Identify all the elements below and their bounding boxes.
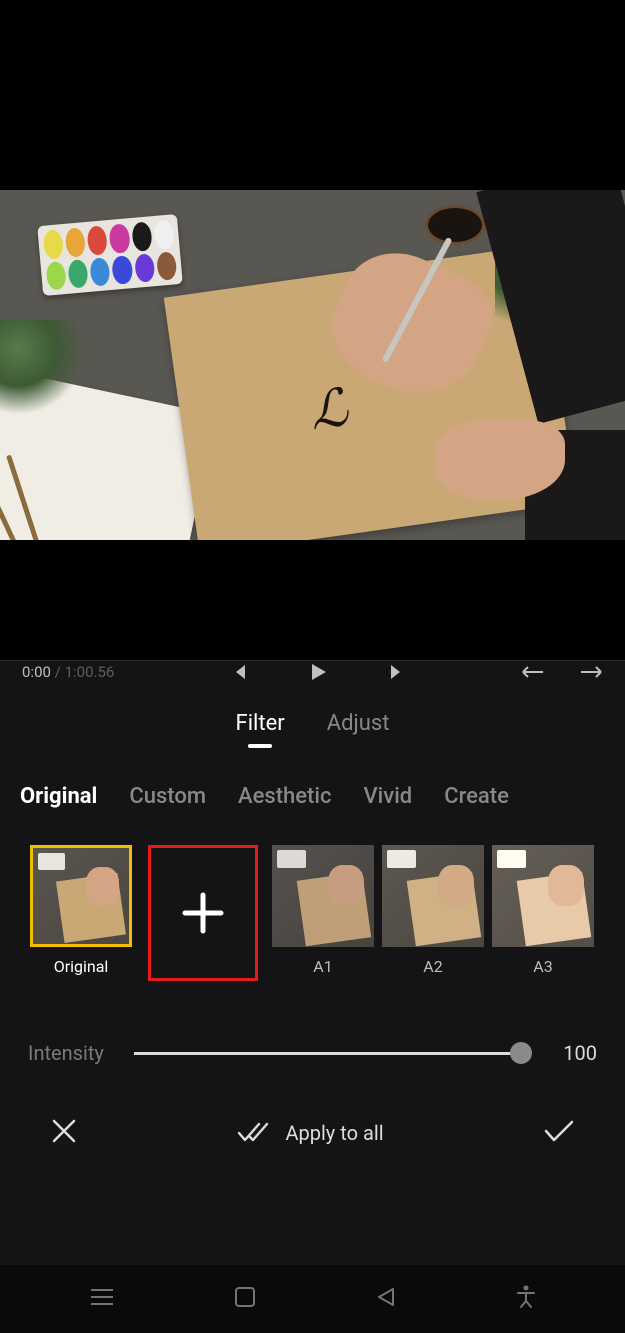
intensity-row: Intensity 100 bbox=[0, 981, 625, 1065]
next-frame-button[interactable] bbox=[388, 663, 406, 681]
undo-button[interactable] bbox=[521, 665, 547, 679]
double-check-icon bbox=[237, 1122, 271, 1144]
add-custom-filter-button[interactable] bbox=[148, 845, 258, 981]
intensity-slider-handle[interactable] bbox=[510, 1042, 532, 1064]
nav-accessibility-button[interactable] bbox=[516, 1285, 536, 1313]
redo-button[interactable] bbox=[577, 665, 603, 679]
category-create[interactable]: Create bbox=[444, 784, 509, 809]
category-original[interactable]: Original bbox=[20, 784, 97, 809]
category-vivid[interactable]: Vivid bbox=[363, 784, 412, 809]
filter-original-thumb[interactable] bbox=[30, 845, 132, 947]
tab-filter[interactable]: Filter bbox=[236, 711, 285, 748]
filter-a3[interactable]: A3 bbox=[492, 845, 594, 976]
category-aesthetic[interactable]: Aesthetic bbox=[238, 784, 331, 809]
apply-to-all-label: Apply to all bbox=[285, 1121, 383, 1145]
filter-thumbnail-strip[interactable]: Original A1 A2 A3 bbox=[0, 809, 625, 981]
filter-a3-label: A3 bbox=[533, 957, 552, 976]
system-nav-bar bbox=[0, 1265, 625, 1333]
timeline-row: 0:00 / 1:00.56 bbox=[0, 661, 625, 683]
intensity-label: Intensity bbox=[28, 1041, 104, 1065]
filter-original[interactable]: Original bbox=[30, 845, 132, 976]
prev-frame-button[interactable] bbox=[230, 663, 248, 681]
nav-home-button[interactable] bbox=[234, 1286, 256, 1312]
filter-a1[interactable]: A1 bbox=[272, 845, 374, 976]
category-custom[interactable]: Custom bbox=[129, 784, 206, 809]
intensity-slider[interactable] bbox=[134, 1052, 521, 1055]
bottom-actions: Apply to all bbox=[0, 1065, 625, 1149]
filter-a2-label: A2 bbox=[423, 957, 442, 976]
triangle-back-icon bbox=[375, 1286, 397, 1308]
filter-panel: 0:00 / 1:00.56 Filter Adjust Origi bbox=[0, 660, 625, 1265]
accessibility-icon bbox=[516, 1285, 536, 1309]
playhead-time: 0:00 / 1:00.56 bbox=[22, 663, 114, 681]
square-icon bbox=[234, 1286, 256, 1308]
close-icon bbox=[50, 1117, 78, 1145]
check-icon bbox=[543, 1119, 575, 1143]
intensity-value: 100 bbox=[551, 1041, 597, 1065]
plus-icon bbox=[179, 889, 227, 937]
apply-to-all-button[interactable]: Apply to all bbox=[237, 1121, 383, 1145]
cancel-button[interactable] bbox=[50, 1117, 78, 1149]
filter-a2[interactable]: A2 bbox=[382, 845, 484, 976]
filter-a1-label: A1 bbox=[313, 957, 332, 976]
tab-adjust[interactable]: Adjust bbox=[327, 711, 390, 748]
play-button[interactable] bbox=[308, 662, 328, 682]
filter-a2-thumb[interactable] bbox=[382, 845, 484, 947]
hamburger-icon bbox=[89, 1287, 115, 1307]
confirm-button[interactable] bbox=[543, 1119, 575, 1147]
tab-row: Filter Adjust bbox=[0, 683, 625, 748]
filter-original-label: Original bbox=[54, 957, 109, 976]
video-frame[interactable]: ℒ bbox=[0, 190, 625, 540]
nav-back-button[interactable] bbox=[375, 1286, 397, 1312]
filter-a3-thumb[interactable] bbox=[492, 845, 594, 947]
filter-a1-thumb[interactable] bbox=[272, 845, 374, 947]
video-preview-area: ℒ bbox=[0, 0, 625, 660]
nav-recents-button[interactable] bbox=[89, 1287, 115, 1311]
filter-category-row[interactable]: Original Custom Aesthetic Vivid Create bbox=[0, 748, 625, 809]
